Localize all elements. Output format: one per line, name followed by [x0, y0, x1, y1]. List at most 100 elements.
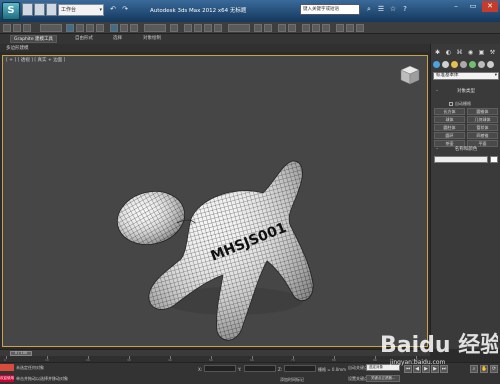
object-color-swatch[interactable] [490, 156, 498, 163]
workspace-value: 工作台 [61, 7, 77, 13]
layer-icon[interactable] [278, 24, 286, 32]
bind-icon[interactable] [23, 24, 31, 32]
minimize-button[interactable]: – [448, 1, 464, 12]
link-icon[interactable] [3, 24, 11, 32]
svg-text:Baidu 经验: Baidu 经验 [380, 332, 498, 358]
y-label: Y: [238, 367, 242, 372]
region-select-icon[interactable] [86, 24, 94, 32]
star-icon[interactable]: ☆ [388, 4, 398, 14]
community-icon[interactable]: ☰ [376, 4, 386, 14]
time-slider[interactable]: 0 / 100 [0, 349, 430, 356]
maxscript-mini-listener[interactable]: 欢迎使用 [0, 375, 14, 382]
selection-filter[interactable] [40, 24, 62, 32]
display-tab-icon[interactable]: ▣ [477, 48, 486, 57]
cameras-icon[interactable] [460, 61, 467, 68]
schematic-icon[interactable] [312, 24, 320, 32]
angle-snap-icon[interactable] [194, 24, 202, 32]
y-coordinate-field[interactable] [244, 365, 276, 372]
hierarchy-tab-icon[interactable]: ⌘ [455, 48, 464, 57]
percent-snap-icon[interactable] [204, 24, 212, 32]
scale-icon[interactable] [130, 24, 138, 32]
new-file-icon[interactable] [22, 3, 33, 16]
material-editor-icon[interactable] [322, 24, 330, 32]
render-frame-icon[interactable] [346, 24, 354, 32]
torus-button[interactable]: 圆环 [434, 132, 465, 139]
chevron-down-icon: ▾ [99, 7, 102, 13]
graphite-icon[interactable] [288, 24, 296, 32]
mirror-icon[interactable] [254, 24, 262, 32]
auto-grid-label: 自动栅格 [455, 101, 471, 106]
create-tab-icon[interactable]: ✱ [433, 48, 442, 57]
tab-selection[interactable]: 选择 [110, 35, 125, 43]
tube-button[interactable]: 管状体 [467, 124, 498, 131]
perspective-viewport[interactable]: [ + ] [ 透视 ] [ 真实 + 边面 ] MHSJS001 [2, 55, 428, 347]
cylinder-button[interactable]: 圆柱体 [434, 124, 465, 131]
render-icon[interactable] [356, 24, 364, 32]
geosphere-button[interactable]: 几何球体 [467, 116, 498, 123]
viewport-label[interactable]: [ + ] [ 透视 ] [ 真实 + 边面 ] [6, 57, 65, 63]
move-icon[interactable] [110, 24, 118, 32]
add-time-tag[interactable]: 添加时间标记 [280, 377, 304, 383]
object-name-field[interactable] [434, 156, 488, 163]
open-file-icon[interactable] [34, 3, 45, 16]
key-filters-button[interactable]: 关键点过滤器... [366, 375, 400, 382]
watermark-url: jingyan.baidu.com [390, 359, 446, 366]
sphere-button[interactable]: 球体 [434, 116, 465, 123]
undo-icon[interactable]: ↶ [108, 4, 118, 14]
search-input[interactable]: 键入关键字或短语 [300, 4, 360, 15]
align-icon[interactable] [264, 24, 272, 32]
motion-tab-icon[interactable]: ◉ [466, 48, 475, 57]
x-coordinate-field[interactable] [204, 365, 236, 372]
unlink-icon[interactable] [13, 24, 21, 32]
helpers-icon[interactable] [469, 61, 476, 68]
geometry-icon[interactable] [433, 61, 440, 68]
coordinate-system[interactable] [144, 24, 166, 32]
select-icon[interactable] [66, 24, 74, 32]
z-coordinate-field[interactable] [284, 365, 316, 372]
systems-icon[interactable] [487, 61, 494, 68]
maximize-button[interactable]: ▭ [465, 1, 481, 12]
tab-freeform[interactable]: 自由形式 [72, 35, 96, 43]
ribbon-subtitle[interactable]: 多边形建模 [6, 45, 29, 51]
puppy-mesh-model[interactable]: MHSJS001 [103, 111, 333, 361]
save-file-icon[interactable] [46, 3, 57, 16]
pivot-icon[interactable] [170, 24, 178, 32]
redo-icon[interactable]: ↷ [120, 4, 130, 14]
lights-icon[interactable] [451, 61, 458, 68]
rollout-object-type[interactable]: 对象类型 [433, 88, 499, 95]
workspace-select[interactable]: 工作台 ▾ [58, 4, 104, 16]
maxscript-listener[interactable] [0, 364, 14, 371]
viewcube[interactable] [398, 63, 422, 87]
baidu-paw-logo: Baidu 经验 [380, 332, 498, 358]
shapes-icon[interactable] [442, 61, 449, 68]
named-selection[interactable] [228, 24, 250, 32]
auto-grid-checkbox[interactable]: 自动栅格 [449, 101, 471, 107]
pyramid-button[interactable]: 四棱锥 [467, 132, 498, 139]
curve-editor-icon[interactable] [302, 24, 310, 32]
space-warps-icon[interactable] [478, 61, 485, 68]
spinner-snap-icon[interactable] [214, 24, 222, 32]
render-setup-icon[interactable] [336, 24, 344, 32]
auto-key-label: 自动关键点 [348, 365, 368, 370]
modify-tab-icon[interactable]: ◐ [444, 48, 453, 57]
snap-icon[interactable] [184, 24, 192, 32]
close-button[interactable]: ✕ [482, 1, 498, 12]
select-by-name-icon[interactable] [76, 24, 84, 32]
ribbon-tabs: Graphite 建模工具 自由形式 选择 对象绘制 [0, 34, 500, 44]
utilities-tab-icon[interactable]: ⚒ [488, 48, 497, 57]
box-button[interactable]: 长方体 [434, 108, 465, 115]
grid-size: 栅格 = 0.0mm [318, 367, 347, 372]
help-icon[interactable]: ? [400, 4, 410, 14]
x-label: X: [198, 367, 203, 372]
rotate-icon[interactable] [120, 24, 128, 32]
primitive-type-dropdown[interactable]: 标准基本体 ▾ [433, 72, 499, 80]
search-icon[interactable]: ⌕ [364, 4, 374, 14]
cone-button[interactable]: 圆锥体 [467, 108, 498, 115]
window-crossing-icon[interactable] [96, 24, 104, 32]
tab-graphite[interactable]: Graphite 建模工具 [10, 35, 58, 43]
app-logo[interactable]: S [2, 2, 20, 20]
command-panel-tabs: ✱ ◐ ⌘ ◉ ▣ ⚒ [433, 48, 499, 58]
rollout-name-color[interactable]: 名称和颜色 [433, 146, 499, 153]
chevron-down-icon: ▾ [494, 73, 497, 78]
tab-object-paint[interactable]: 对象绘制 [140, 35, 164, 43]
